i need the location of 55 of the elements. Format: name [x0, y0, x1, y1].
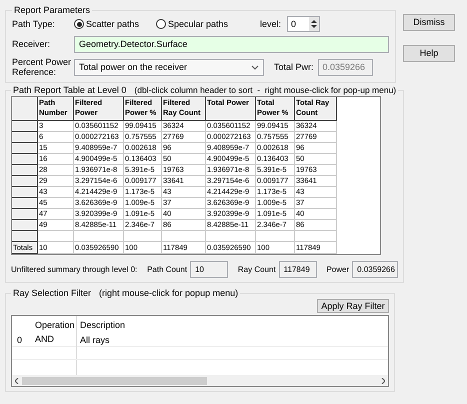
empty-cell	[162, 231, 206, 242]
receiver-field[interactable]: Geometry.Detector.Surface	[74, 36, 389, 53]
empty-cell	[124, 231, 162, 242]
summary-field[interactable]: 10	[190, 261, 228, 278]
row-header[interactable]	[12, 132, 38, 143]
row-header[interactable]	[12, 154, 38, 165]
scroll-right-icon[interactable]	[381, 378, 385, 384]
empty-cell	[206, 231, 256, 242]
column-header[interactable]: Operation	[32, 316, 77, 334]
summary-field-label: Path Count	[147, 264, 188, 275]
dialog-button[interactable]: Help	[403, 45, 455, 62]
summary-field[interactable]: 0.0359266	[352, 261, 398, 278]
summary-label: Unfiltered summary through level 0:	[11, 264, 138, 275]
empty-cell	[256, 231, 295, 242]
total-power-label: Total Pwr:	[274, 62, 314, 72]
chevron-down-icon	[251, 64, 259, 70]
row-header[interactable]	[12, 121, 38, 132]
table-cell-text: All rays	[79, 334, 111, 346]
row-header[interactable]	[12, 231, 38, 242]
row-header[interactable]	[12, 176, 38, 187]
level-spinner[interactable]: 0	[287, 16, 320, 32]
row-header[interactable]	[12, 143, 38, 154]
apply-ray-filter-button[interactable]: Apply Ray Filter	[317, 299, 389, 313]
dialog-button[interactable]: Dismiss	[403, 14, 455, 31]
group-title: Report Parameters	[13, 5, 92, 16]
summary-field-label: Ray Count	[238, 264, 276, 275]
column-header[interactable]: Description	[77, 316, 128, 334]
row-header[interactable]	[12, 209, 38, 220]
level-label: level:	[260, 18, 282, 30]
reference-label: Percent Power Reference:	[12, 57, 72, 77]
table-hint: (dbl-click column header to sort - right mouse-click for pop-up menu)	[134, 85, 396, 96]
corner-cell	[12, 97, 38, 121]
row-header[interactable]	[12, 165, 38, 176]
group-title: Ray Selection Filter	[13, 288, 92, 299]
path-type-label: Path Type:	[12, 18, 56, 30]
reference-dropdown[interactable]: Total power on the receiver	[74, 58, 264, 76]
row-header[interactable]	[12, 198, 38, 209]
scrollbar-thumb[interactable]	[22, 376, 207, 384]
spin-arrows-icon[interactable]	[309, 17, 320, 31]
row-header[interactable]	[12, 220, 38, 231]
empty-cell	[295, 231, 337, 242]
horizontal-scrollbar[interactable]	[12, 375, 388, 386]
filter-hint: (right mouse-click for popup menu)	[99, 288, 238, 299]
empty-cell	[74, 231, 124, 242]
table-cell: AND	[32, 334, 77, 346]
group-title: Path Report Table at Level 0	[13, 85, 126, 96]
scroll-left-icon[interactable]	[15, 378, 19, 384]
row-header[interactable]	[12, 187, 38, 198]
summary-field[interactable]: 117849	[278, 261, 317, 278]
radio-option[interactable]: Scatter paths	[74, 18, 156, 30]
summary-field-label: Power	[326, 264, 350, 275]
radio-option[interactable]: Specular paths	[156, 18, 238, 30]
total-power-field[interactable]: 0.0359266	[318, 58, 373, 76]
receiver-label: Receiver:	[12, 39, 52, 50]
row-index: 0	[16, 334, 24, 346]
